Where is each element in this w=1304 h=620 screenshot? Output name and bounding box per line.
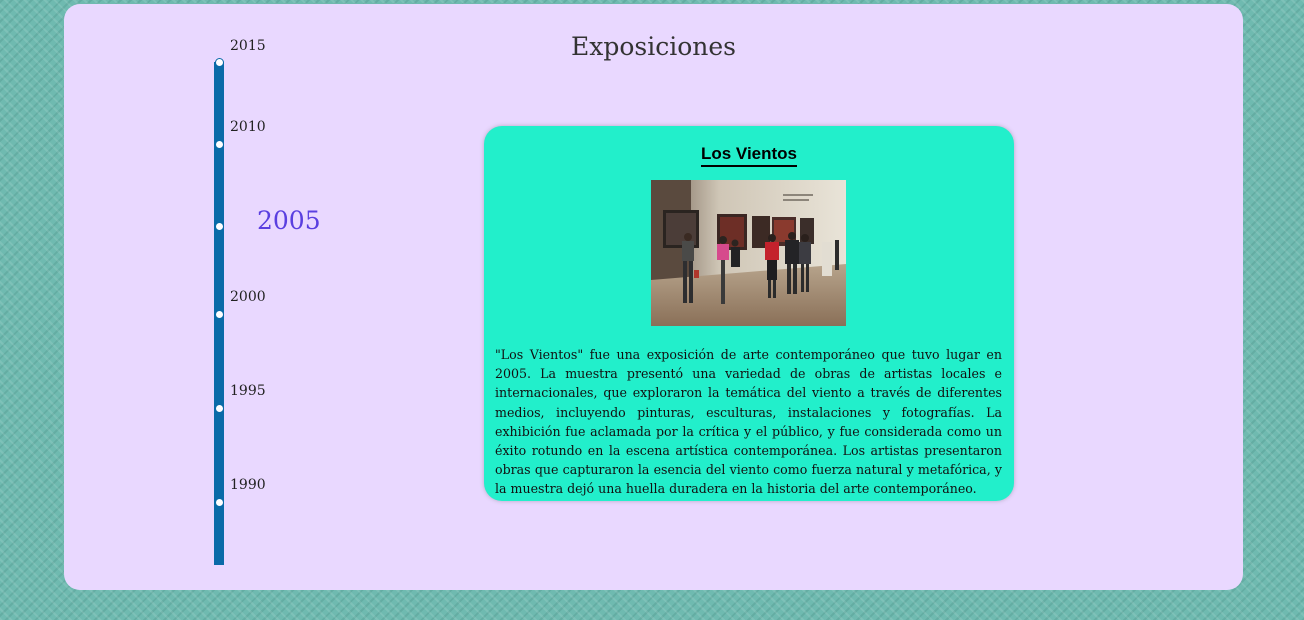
timeline-year-2015[interactable]: 2015 xyxy=(230,38,266,54)
timeline-year-2005-active[interactable]: 2005 xyxy=(257,206,321,235)
exhibition-photo xyxy=(651,180,846,326)
exhibition-card: Los Vientos "Los Vientos" fue una exposi… xyxy=(484,126,1014,501)
timeline-dot-2000 xyxy=(215,310,224,319)
timeline-dot-2005 xyxy=(215,222,224,231)
timeline-year-1995[interactable]: 1995 xyxy=(230,383,266,399)
gallery-photo-icon xyxy=(651,180,846,326)
timeline-dot-2010 xyxy=(215,140,224,149)
timeline-year-1990[interactable]: 1990 xyxy=(230,477,266,493)
exhibition-title: Los Vientos xyxy=(700,144,798,167)
main-panel: Exposiciones 2015 2010 2005 2000 1995 19… xyxy=(64,4,1243,590)
exhibition-description: "Los Vientos" fue una exposición de arte… xyxy=(495,347,1002,497)
timeline-year-2010[interactable]: 2010 xyxy=(230,119,266,135)
timeline-dot-1995 xyxy=(215,404,224,413)
exhibition-title-wrap: Los Vientos xyxy=(484,136,1014,167)
timeline-dot-1990 xyxy=(215,498,224,507)
timeline-year-2000[interactable]: 2000 xyxy=(230,289,266,305)
timeline-dot-2015 xyxy=(215,58,224,67)
